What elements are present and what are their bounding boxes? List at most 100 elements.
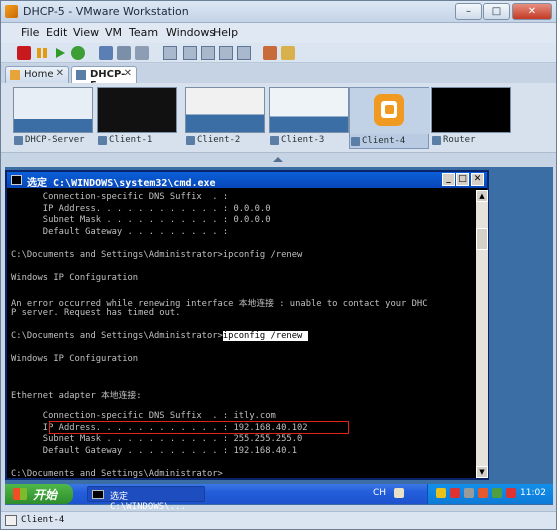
scroll-up-arrow-icon[interactable]: ▲ [476, 190, 488, 202]
menu-edit[interactable]: Edit [46, 26, 67, 39]
xp-taskbar: 开始 选定 C:\WINDOWS\... CH 11:02 [5, 484, 553, 512]
cmd-close-button[interactable]: ✕ [471, 173, 484, 186]
clock: 11:02 [520, 488, 546, 498]
console-line: An error occurred while renewing interfa… [11, 299, 428, 309]
menu-bar: File Edit View VM Team Windows Help [1, 23, 556, 43]
home-icon [10, 70, 20, 80]
power-on-icon[interactable] [53, 46, 67, 60]
unity-icon[interactable] [237, 46, 251, 60]
vm-icon [5, 515, 17, 526]
console-icon [92, 490, 104, 499]
power-off-icon[interactable] [17, 46, 31, 60]
console-line: C:\Documents and Settings\Administrator>… [11, 250, 303, 260]
tab-home-label: Home [24, 69, 54, 80]
thumbnail-label: Router [443, 135, 476, 145]
thumbnail-client-2[interactable]: Client-2 [185, 87, 265, 149]
console-line: Ethernet adapter 本地连接: [11, 391, 142, 401]
menu-vm[interactable]: VM [105, 26, 122, 39]
thumbnail-dhcp-server[interactable]: DHCP-Server [13, 87, 93, 149]
console-prompt-line: C:\Documents and Settings\Administrator>… [11, 331, 308, 343]
reset-icon[interactable] [71, 46, 85, 60]
menu-help[interactable]: Help [213, 26, 238, 39]
scroll-down-arrow-icon[interactable]: ▼ [476, 466, 488, 478]
vm-icon [76, 70, 86, 80]
thumbnail-label: Client-4 [362, 136, 406, 146]
thumbnail-router[interactable]: Router [431, 87, 511, 149]
console-output[interactable]: Connection-specific DNS Suffix . : IP Ad… [11, 190, 471, 479]
vm-thumbnail-strip: DHCP-Server Client-1 Client-2 Client-3 C… [1, 83, 556, 153]
vmware-logo-icon [374, 94, 404, 126]
title-bar[interactable]: DHCP-5 - VMware Workstation – □ ✕ [1, 1, 556, 23]
scroll-thumb[interactable] [476, 228, 488, 250]
console-line: P server. Request has timed out. [11, 308, 181, 318]
console-line: Default Gateway . . . . . . . . . : [11, 227, 229, 237]
collapse-arrow-icon[interactable] [273, 157, 283, 162]
tab-close-icon[interactable]: ✕ [56, 68, 64, 79]
tab-bar: Home ✕ DHCP-5 ✕ [1, 64, 556, 91]
console-line: Subnet Mask . . . . . . . . . . . : 0.0.… [11, 215, 271, 225]
suspend-icon[interactable] [35, 46, 49, 60]
console-line: Subnet Mask . . . . . . . . . . . : 255.… [11, 434, 303, 444]
cmd-title-bar[interactable]: 选定 C:\WINDOWS\system32\cmd.exe _ □ ✕ [7, 172, 487, 189]
menu-view[interactable]: View [73, 26, 99, 39]
volume-icon[interactable] [492, 488, 502, 498]
tab-close-icon[interactable]: ✕ [124, 68, 132, 79]
network-icon[interactable] [464, 488, 474, 498]
snapshot-icon[interactable] [99, 46, 113, 60]
shield-icon[interactable] [450, 488, 460, 498]
help-icon[interactable] [394, 488, 404, 498]
console-line: C:\Documents and Settings\Administrator> [11, 469, 223, 479]
minimize-button[interactable]: – [455, 3, 482, 20]
console-line: Windows IP Configuration [11, 354, 139, 364]
console-icon [11, 175, 22, 185]
status-text: Client-4 [21, 515, 65, 525]
thumbnail-label: Client-2 [197, 135, 241, 145]
security-icon[interactable] [436, 488, 446, 498]
cmd-window[interactable]: 选定 C:\WINDOWS\system32\cmd.exe _ □ ✕ Con… [5, 170, 489, 480]
summary-view-icon[interactable] [183, 46, 197, 60]
thumbnail-screen [269, 87, 349, 133]
console-view-icon[interactable] [201, 46, 215, 60]
menu-team[interactable]: Team [129, 26, 158, 39]
ip-address-highlight-box [49, 421, 349, 434]
thumbnail-bar-icon[interactable] [263, 46, 277, 60]
thumbnail-label: Client-3 [281, 135, 325, 145]
library-icon[interactable] [281, 46, 295, 60]
toolbar [1, 43, 556, 63]
cmd-title: 选定 C:\WINDOWS\system32\cmd.exe [27, 178, 216, 189]
cmd-scrollbar[interactable]: ▲ ▼ [476, 190, 488, 478]
language-indicator[interactable]: CH [373, 488, 386, 498]
thumbnail-label: Client-1 [109, 135, 153, 145]
thumbnail-client-3[interactable]: Client-3 [269, 87, 349, 149]
console-line: Windows IP Configuration [11, 273, 139, 283]
revert-snapshot-icon[interactable] [117, 46, 131, 60]
console-line: Default Gateway . . . . . . . . . : 192.… [11, 446, 297, 456]
cmd-maximize-button[interactable]: □ [456, 173, 469, 186]
menu-windows[interactable]: Windows [166, 26, 215, 39]
close-button[interactable]: ✕ [512, 3, 552, 20]
quick-switch-icon[interactable] [163, 46, 177, 60]
vmware-window: DHCP-5 - VMware Workstation – □ ✕ File E… [0, 0, 557, 530]
thumbnail-screen [431, 87, 511, 133]
warning-icon[interactable] [506, 488, 516, 498]
selected-command[interactable]: ipconfig /renew [222, 331, 308, 341]
maximize-button[interactable]: □ [483, 3, 510, 20]
thumbnail-client-1[interactable]: Client-1 [97, 87, 177, 149]
tab-dhcp-5[interactable]: DHCP-5 ✕ [71, 66, 137, 91]
window-title: DHCP-5 - VMware Workstation [23, 5, 189, 18]
thumbnail-screen [97, 87, 177, 133]
snapshot-manager-icon[interactable] [135, 46, 149, 60]
taskbar-cmd-button[interactable]: 选定 C:\WINDOWS\... [87, 486, 205, 512]
thumbnail-screen [13, 87, 93, 133]
vmware-logo-icon [5, 5, 18, 18]
menu-file[interactable]: File [21, 26, 39, 39]
thumbnail-client-4[interactable]: Client-4 [349, 87, 430, 149]
full-screen-icon[interactable] [219, 46, 233, 60]
update-icon[interactable] [478, 488, 488, 498]
start-button[interactable]: 开始 [5, 484, 73, 504]
cmd-minimize-button[interactable]: _ [442, 173, 455, 186]
thumbnail-label: DHCP-Server [25, 135, 85, 145]
console-line: Connection-specific DNS Suffix . : [11, 192, 229, 202]
tab-home[interactable]: Home ✕ [5, 66, 69, 83]
system-tray: 11:02 [427, 484, 553, 504]
